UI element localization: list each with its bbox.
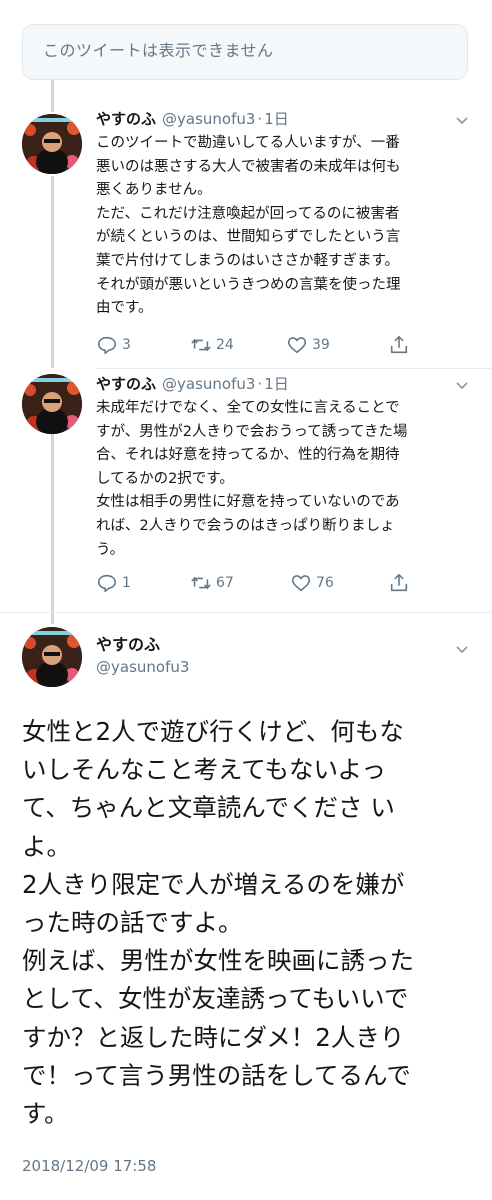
tweet-text: 未成年だけでなく、全ての女性に言えることで すが、男性が2人きりで会おうって誘っ…: [96, 400, 408, 558]
avatar[interactable]: [22, 627, 82, 687]
reply-count: 3: [122, 337, 131, 353]
retweet-icon: [191, 576, 211, 590]
retweet-button[interactable]: 67: [190, 571, 234, 595]
reply-icon: [97, 336, 117, 355]
retweet-count: 24: [216, 337, 234, 353]
tweet-header: やすのふ @yasunofu3 · 1日: [96, 108, 289, 129]
reply-count: 1: [122, 575, 131, 591]
tweet-actions: 1 67 76: [96, 571, 426, 595]
separator-dot: ·: [257, 110, 263, 128]
unavailable-tweet-notice: このツイートは表示できません: [22, 24, 468, 80]
display-name[interactable]: やすのふ: [96, 631, 160, 655]
heart-icon: [291, 575, 311, 592]
reply-button[interactable]: 1: [96, 571, 131, 595]
user-handle[interactable]: @yasunofu3: [162, 375, 255, 393]
tweet-time[interactable]: 1日: [264, 110, 289, 128]
separator-dot: ·: [257, 375, 263, 393]
share-icon: [390, 335, 408, 354]
retweet-button[interactable]: 24: [190, 333, 234, 357]
divider: [96, 368, 492, 369]
like-button[interactable]: 39: [286, 333, 330, 357]
thread-line: [51, 434, 54, 624]
tweet-text: このツイートで勘違いしてる人いますが、一番 悪いのは悪さする大人で被害者の未成年…: [96, 135, 401, 317]
like-button[interactable]: 76: [290, 571, 334, 595]
reply-button[interactable]: 3: [96, 333, 131, 357]
divider: [0, 612, 492, 613]
share-button[interactable]: [388, 571, 410, 595]
retweet-icon: [191, 338, 211, 352]
display-name[interactable]: やすのふ: [96, 110, 156, 128]
like-count: 39: [312, 337, 330, 353]
heart-icon: [287, 337, 307, 354]
chevron-down-icon[interactable]: [454, 377, 470, 393]
thread-line: [51, 80, 54, 112]
like-count: 76: [316, 575, 334, 591]
retweet-count: 67: [216, 575, 234, 591]
tweet-time[interactable]: 1日: [264, 375, 289, 393]
share-icon: [390, 573, 408, 592]
share-button[interactable]: [388, 333, 410, 357]
tweet-timestamp[interactable]: 2018/12/09 17:58: [22, 1157, 156, 1175]
tweet-header: やすのふ @yasunofu3 · 1日: [96, 373, 289, 394]
reply-icon: [97, 574, 117, 593]
chevron-down-icon[interactable]: [454, 112, 470, 128]
tweet-actions: 3 24 39: [96, 333, 426, 357]
thread-line: [51, 176, 54, 368]
user-handle[interactable]: @yasunofu3: [162, 110, 255, 128]
avatar[interactable]: [22, 374, 82, 434]
avatar[interactable]: [22, 114, 82, 174]
display-name[interactable]: やすのふ: [96, 375, 156, 393]
user-handle[interactable]: @yasunofu3: [96, 658, 189, 676]
chevron-down-icon[interactable]: [454, 641, 470, 657]
tweet-text: 女性と2人で遊び行くけど、何もな いしそんなこと考えてもないよっ て、ちゃんと文…: [22, 717, 414, 1129]
